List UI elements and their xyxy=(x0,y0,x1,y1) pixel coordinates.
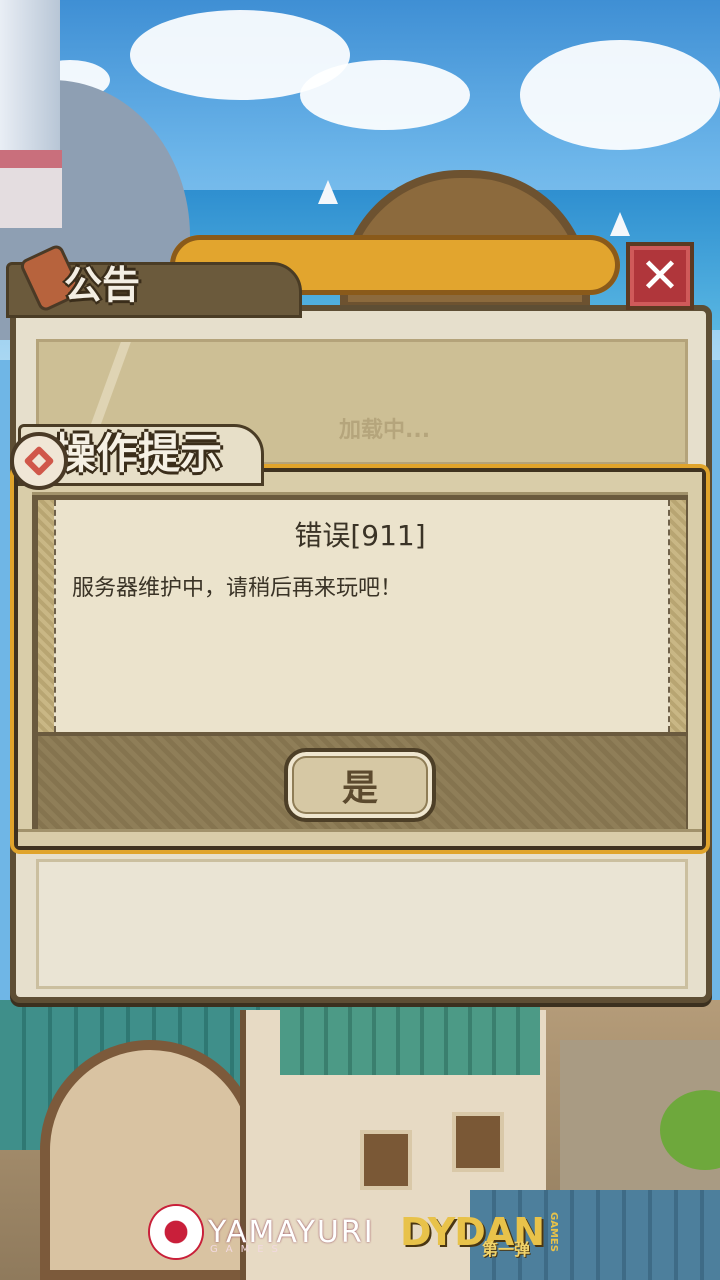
confirm-button[interactable]: 是 xyxy=(284,748,436,822)
cloud xyxy=(300,60,470,130)
flower-icon xyxy=(150,1206,202,1258)
cloud xyxy=(520,40,720,150)
yamayuri-logo: YAMAYURI GAMES xyxy=(150,1206,375,1258)
developer-side: GAMES xyxy=(548,1212,560,1252)
close-icon: ✕ xyxy=(639,248,681,304)
error-title: 错误[911] xyxy=(294,519,426,552)
house-roof xyxy=(0,150,62,228)
notice-title: 公告 xyxy=(64,263,141,307)
window xyxy=(360,1130,412,1190)
lighthouse-tower xyxy=(0,0,60,150)
notice-lower-area xyxy=(36,859,688,989)
dialog-bottom-bar xyxy=(18,829,702,846)
close-button[interactable]: ✕ xyxy=(626,242,694,310)
publisher-sub: GAMES xyxy=(210,1244,286,1255)
ship xyxy=(318,180,338,204)
error-message: 服务器维护中，请稍后再来玩吧！ xyxy=(72,576,403,601)
dydan-logo: DYDAN 第一弹 GAMES xyxy=(400,1210,560,1259)
developer-sub: 第一弹 xyxy=(482,1240,531,1259)
window xyxy=(452,1112,504,1172)
green-roof xyxy=(280,1005,540,1075)
ship xyxy=(610,212,630,236)
confirm-label: 是 xyxy=(341,768,378,809)
loading-text: 加载中... xyxy=(339,418,431,443)
dialog-title: 操作提示 xyxy=(54,429,223,478)
diamond-arrow-icon xyxy=(10,432,68,490)
